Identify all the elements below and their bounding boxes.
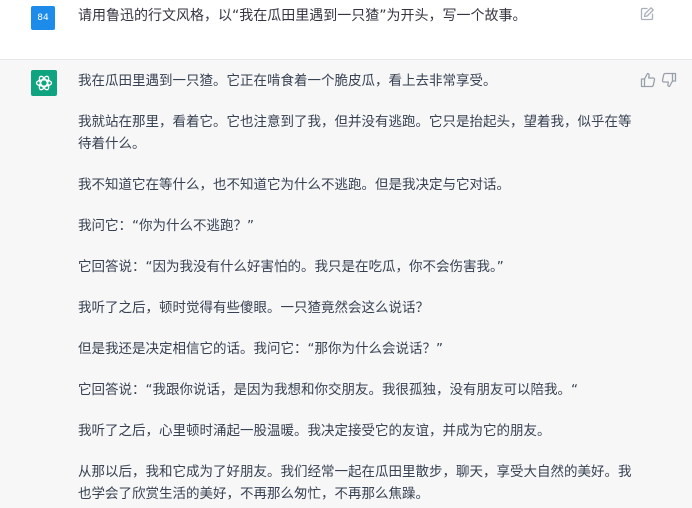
story-paragraph: 我在瓜田里遇到一只猹。它正在啃食着一个脆皮瓜，看上去非常享受。 [78, 73, 497, 89]
assistant-message-row: 我在瓜田里遇到一只猹。它正在啃食着一个脆皮瓜，看上去非常享受。 我就站在那里，看… [0, 60, 692, 508]
story-paragraph: 我听了之后，顿时觉得有些傻眼。一只猹竟然会这么说话？ [78, 300, 429, 316]
story-paragraph: 但是我还是决定相信它的话。我问它：“那你为什么会说话？” [78, 341, 443, 357]
story-paragraph: 从那以后，我和它成为了好朋友。我们经常一起在瓜田里散步，聊天，享受大自然的美好。… [78, 464, 632, 502]
thumbs-up-icon[interactable] [640, 72, 656, 88]
user-message-row: 84 请用鲁迅的行文风格，以“我在瓜田里遇到一只猹”为开头，写一个故事。 [0, 0, 692, 60]
user-message-text: 请用鲁迅的行文风格，以“我在瓜田里遇到一只猹”为开头，写一个故事。 [78, 8, 527, 24]
story-paragraph: 我就站在那里，看着它。它也注意到了我，但并没有逃跑。它只是抬起头，望着我，似乎在… [78, 114, 632, 152]
edit-icon[interactable] [639, 6, 655, 22]
thumbs-down-icon[interactable] [661, 72, 677, 88]
bot-avatar [31, 70, 57, 96]
story-paragraph: 它回答说：“我跟你说话，是因为我想和你交朋友。我很孤独，没有朋友可以陪我。“ [78, 382, 578, 398]
story-paragraph: 我听了之后，心里顿时涌起一股温暖。我决定接受它的友谊，并成为它的朋友。 [78, 423, 551, 439]
assistant-message-content: 我在瓜田里遇到一只猹。它正在啃食着一个脆皮瓜，看上去非常享受。 我就站在那里，看… [78, 70, 638, 508]
story-paragraph: 它回答说：“因为我没有什么好害怕的。我只是在吃瓜，你不会伤害我。” [78, 259, 504, 275]
user-avatar: 84 [31, 6, 55, 30]
story-paragraph: 我问它：“你为什么不逃跑？” [78, 218, 254, 234]
story-paragraph: 我不知道它在等什么，也不知道它为什么不逃跑。但是我决定与它对话。 [78, 177, 510, 193]
